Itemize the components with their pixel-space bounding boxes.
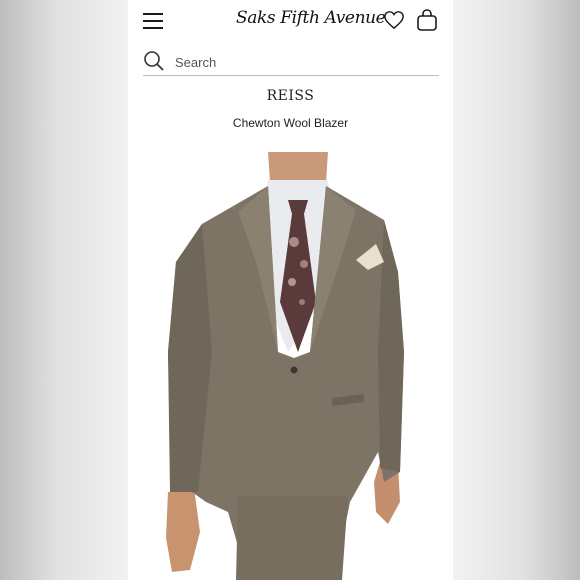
top-navigation-bar: Saks Fifth Avenue: [128, 0, 453, 44]
search-bar[interactable]: [143, 48, 439, 76]
mobile-page: Saks Fifth Avenue REISS Chewton Wool Bla…: [128, 0, 453, 580]
product-brand[interactable]: REISS: [128, 88, 453, 104]
search-input[interactable]: [175, 52, 425, 72]
hamburger-menu-icon[interactable]: [143, 13, 163, 29]
heart-icon[interactable]: [383, 10, 405, 30]
product-image[interactable]: [128, 152, 453, 580]
store-logo[interactable]: Saks Fifth Avenue: [236, 8, 386, 28]
search-icon[interactable]: [143, 50, 165, 72]
shopping-bag-icon[interactable]: [416, 8, 438, 32]
product-title: Chewton Wool Blazer: [232, 116, 349, 130]
